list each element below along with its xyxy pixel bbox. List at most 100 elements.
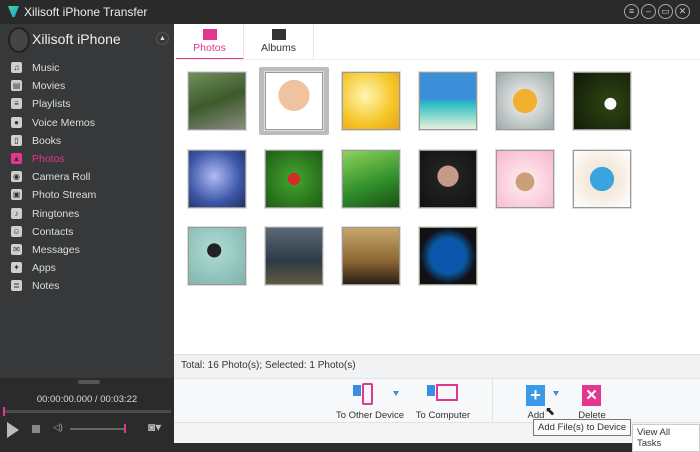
microphone-icon: ●	[11, 116, 22, 128]
photo-thumbnail[interactable]	[419, 72, 477, 130]
seek-bar[interactable]	[3, 410, 171, 413]
sidebar-item-apps[interactable]: ✦ Apps	[0, 259, 174, 277]
dropdown-arrow-icon[interactable]	[393, 391, 399, 396]
seek-handle[interactable]	[3, 407, 5, 416]
sidebar-item-messages[interactable]: ✉ Messages	[0, 241, 174, 259]
view-all-tasks-button[interactable]: View All Tasks	[632, 424, 700, 452]
message-icon: ✉	[11, 244, 22, 255]
notes-icon: ≣	[11, 280, 22, 292]
media-player: 00:00:00.000 / 00:03:22 ◁) ◙▾	[0, 378, 174, 443]
to-other-device-button[interactable]: To Other Device	[334, 381, 406, 421]
tab-photos[interactable]: Photos	[176, 24, 244, 60]
contacts-icon: ☺	[11, 225, 22, 237]
status-bar: Total: 16 Photo(s); Selected: 1 Photo(s)	[174, 354, 700, 378]
eject-button[interactable]: ▲	[156, 32, 169, 45]
iphone-icon	[8, 27, 30, 53]
volume-slider[interactable]	[70, 428, 126, 430]
sidebar-item-label: Books	[32, 134, 62, 147]
toolbar: To Other Device To Computer + Add ✕ Dele…	[174, 378, 700, 423]
minimize-icon[interactable]: –	[641, 4, 656, 19]
title-bar: Xilisoft iPhone Transfer ≡ – ▭ ✕	[0, 0, 700, 24]
playlist-icon: ≡	[11, 98, 22, 110]
photo-thumbnail[interactable]	[265, 149, 323, 208]
sidebar-item-notes[interactable]: ≣ Notes	[0, 277, 174, 295]
label: To Other Device	[335, 410, 405, 421]
sidebar-item-label: Ringtones	[32, 207, 80, 220]
delete-button[interactable]: ✕ Delete	[574, 381, 610, 421]
photo-thumbnail[interactable]	[342, 149, 400, 208]
photo-thumbnail[interactable]	[496, 72, 554, 130]
sidebar-item-books[interactable]: ▯ Books	[0, 132, 174, 150]
sidebar-item-label: Camera Roll	[32, 171, 91, 184]
film-icon: ▤	[11, 80, 22, 92]
photo-thumbnail[interactable]	[419, 149, 477, 208]
sidebar-item-contacts[interactable]: ☺ Contacts	[0, 223, 174, 241]
resize-handle[interactable]	[78, 380, 100, 384]
close-icon[interactable]: ✕	[675, 4, 690, 19]
monitor-icon	[436, 384, 458, 401]
stop-icon[interactable]	[32, 425, 40, 433]
sidebar-item-label: Messages	[32, 244, 80, 256]
photo-thumbnail[interactable]	[188, 149, 246, 208]
sidebar-item-photos[interactable]: ▲ Photos	[0, 150, 174, 168]
camera-icon: ◉	[11, 171, 22, 183]
add-button[interactable]: + Add	[522, 381, 562, 421]
add-file-icon: +	[526, 385, 545, 406]
photo-thumbnail[interactable]	[265, 72, 323, 130]
sidebar-item-label: Movies	[32, 80, 66, 93]
snapshot-camera-icon[interactable]: ◙▾	[148, 420, 161, 434]
bell-icon: ♪	[11, 207, 22, 219]
photo-thumbnail[interactable]	[188, 72, 246, 130]
sidebar-item-label: Playlists	[32, 98, 71, 111]
tab-albums[interactable]: Albums	[244, 24, 314, 60]
sidebar-item-camera-roll[interactable]: ◉ Camera Roll	[0, 168, 174, 186]
tooltip: Add File(s) to Device	[533, 419, 632, 436]
sidebar-item-playlists[interactable]: ≡ Playlists	[0, 95, 174, 113]
sidebar-item-label: Photo Stream	[32, 189, 97, 202]
photo-thumbnail[interactable]	[419, 227, 477, 285]
photo-thumbnail[interactable]	[188, 227, 246, 285]
tab-label: Albums	[260, 42, 296, 54]
device-name: Xilisoft iPhone	[32, 31, 121, 47]
file-icon	[427, 385, 435, 396]
photo-thumbnail[interactable]	[342, 227, 400, 285]
delete-file-icon: ✕	[582, 385, 601, 406]
dropdown-arrow-icon[interactable]	[553, 391, 559, 396]
photo-stream-icon: ▣	[11, 189, 22, 201]
tab-label: Photos	[193, 42, 226, 54]
label: To Computer	[415, 410, 471, 421]
photo-thumbnail[interactable]	[265, 227, 323, 285]
menu-icon[interactable]: ≡	[624, 4, 639, 19]
photo-icon	[202, 29, 217, 40]
volume-handle[interactable]	[124, 424, 126, 433]
play-icon[interactable]	[7, 422, 19, 438]
sidebar-item-label: Voice Memos	[32, 116, 96, 129]
sidebar-item-label: Notes	[32, 280, 60, 293]
separator	[492, 379, 493, 423]
apps-icon: ✦	[11, 262, 22, 274]
mouse-cursor-icon: ⬉	[545, 404, 556, 418]
app-logo-icon	[8, 6, 19, 17]
volume-icon[interactable]: ◁)	[53, 422, 63, 433]
sidebar-item-label: Apps	[32, 262, 56, 275]
music-icon: ♫	[11, 62, 22, 73]
sidebar-item-movies[interactable]: ▤ Movies	[0, 77, 174, 95]
photo-thumbnail[interactable]	[573, 149, 631, 208]
sidebar-item-label: Contacts	[32, 225, 74, 238]
sidebar-item-music[interactable]: ♫ Music	[0, 59, 174, 77]
sidebar-item-photo-stream[interactable]: ▣ Photo Stream	[0, 186, 174, 204]
maximize-icon[interactable]: ▭	[658, 4, 673, 19]
window-title: Xilisoft iPhone Transfer	[24, 5, 148, 19]
sidebar-item-voice-memos[interactable]: ● Voice Memos	[0, 114, 174, 132]
file-icon	[353, 385, 361, 396]
photo-thumbnail[interactable]	[573, 72, 631, 130]
sidebar-item-label: Music	[32, 62, 60, 74]
to-computer-button[interactable]: To Computer	[412, 381, 474, 421]
photo-thumbnail[interactable]	[342, 72, 400, 130]
time-display: 00:00:00.000 / 00:03:22	[36, 394, 138, 405]
sidebar-item-ringtones[interactable]: ♪ Ringtones	[0, 205, 174, 223]
photo-thumbnail[interactable]	[496, 149, 554, 208]
photo-icon: ▲	[11, 153, 22, 164]
tab-divider	[174, 59, 700, 60]
book-icon: ▯	[11, 134, 22, 146]
